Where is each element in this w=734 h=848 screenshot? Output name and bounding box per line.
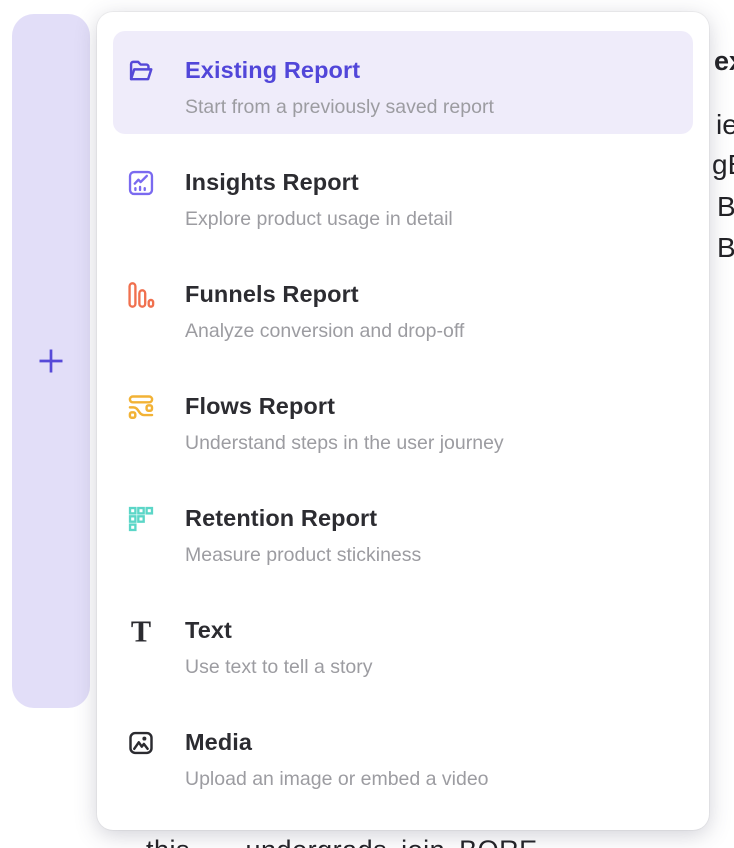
background-text-fragment: gB: [712, 149, 734, 181]
menu-item-retention-report[interactable]: Retention Report Measure product stickin…: [113, 479, 693, 591]
background-text-fragment: B: [717, 191, 734, 223]
background-text-fragment: B: [717, 232, 734, 264]
menu-item-subtitle: Start from a previously saved report: [185, 96, 494, 118]
svg-text:T: T: [131, 617, 151, 645]
add-report-menu: Existing Report Start from a previously …: [97, 12, 709, 830]
menu-item-subtitle: Understand steps in the user journey: [185, 432, 504, 454]
retention-grid-icon: [127, 505, 155, 533]
menu-item-existing-report[interactable]: Existing Report Start from a previously …: [113, 31, 693, 134]
background-text-fragment: ie: [716, 109, 734, 141]
media-icon: [127, 729, 155, 757]
background-text-fragment: ex: [714, 46, 734, 77]
screen: ex ie gB B B this … undergrads join BORE…: [0, 0, 734, 848]
add-content-sidebar: [12, 14, 90, 708]
menu-item-funnels-report[interactable]: Funnels Report Analyze conversion and dr…: [113, 255, 693, 367]
menu-item-media[interactable]: Media Upload an image or embed a video: [113, 703, 693, 815]
folder-open-icon: [127, 57, 155, 85]
menu-item-title: Funnels Report: [185, 280, 464, 308]
menu-item-title: Retention Report: [185, 504, 421, 532]
menu-item-subtitle: Explore product usage in detail: [185, 208, 453, 230]
menu-item-title: Text: [185, 616, 373, 644]
add-button[interactable]: [34, 344, 68, 378]
menu-item-title: Media: [185, 728, 489, 756]
flow-icon: [127, 393, 155, 421]
plus-icon: [35, 345, 67, 377]
menu-item-title: Existing Report: [185, 56, 494, 84]
menu-item-insights-report[interactable]: Insights Report Explore product usage in…: [113, 143, 693, 255]
menu-item-flows-report[interactable]: Flows Report Understand steps in the use…: [113, 367, 693, 479]
line-chart-icon: [127, 169, 155, 197]
menu-item-subtitle: Analyze conversion and drop-off: [185, 320, 464, 342]
menu-item-subtitle: Measure product stickiness: [185, 544, 421, 566]
menu-item-title: Flows Report: [185, 392, 504, 420]
menu-item-title: Insights Report: [185, 168, 453, 196]
funnel-bars-icon: [127, 281, 155, 309]
menu-item-text[interactable]: T Text Use text to tell a story: [113, 591, 693, 703]
menu-item-subtitle: Upload an image or embed a video: [185, 768, 489, 790]
background-text-line: this … undergrads join BORE: [146, 835, 538, 848]
text-icon: T: [127, 617, 155, 645]
menu-item-subtitle: Use text to tell a story: [185, 656, 373, 678]
